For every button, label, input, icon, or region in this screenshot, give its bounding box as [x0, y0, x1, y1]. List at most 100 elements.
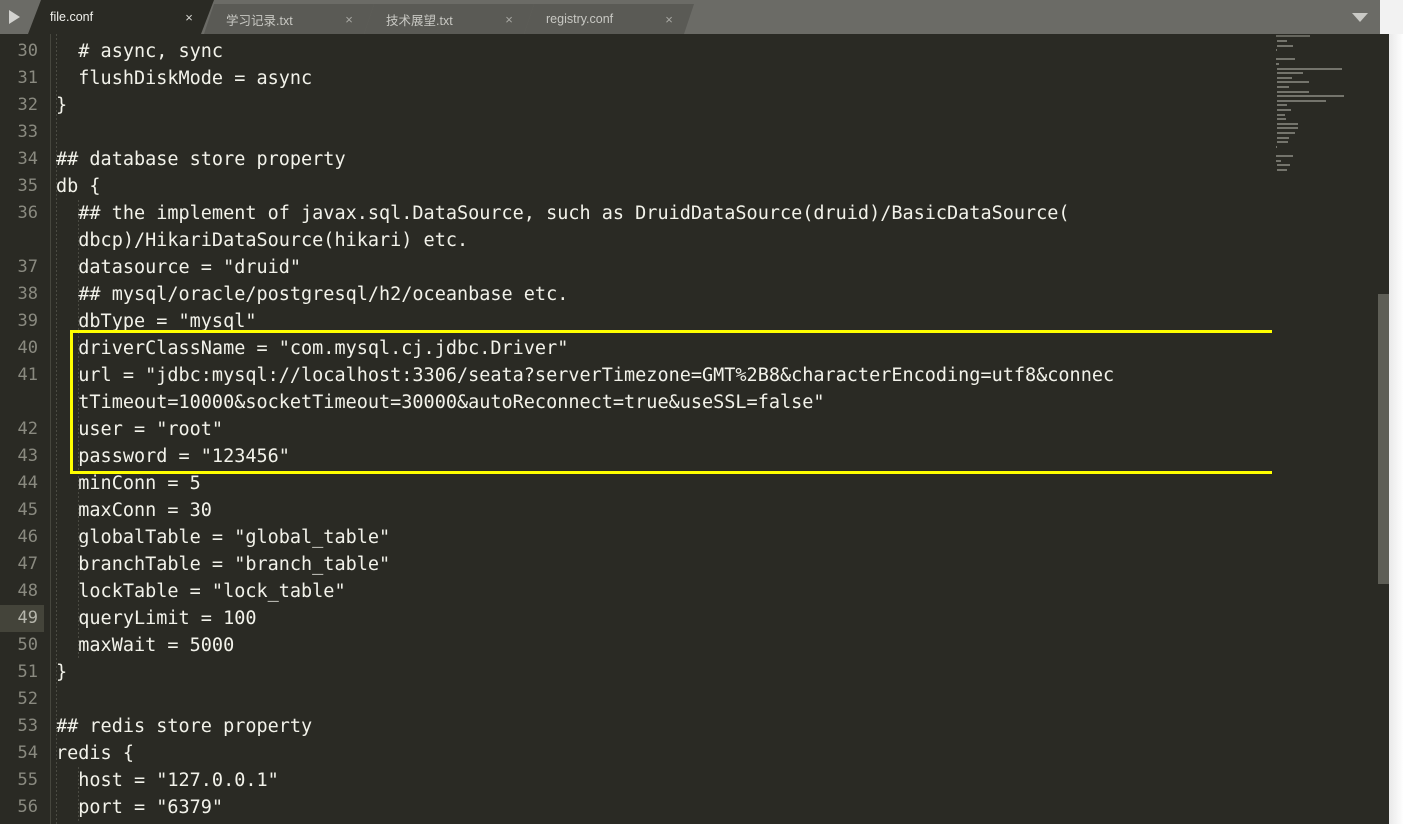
minimap-line — [1277, 132, 1295, 134]
minimap-line — [1277, 168, 1287, 171]
tab-file.conf[interactable]: file.conf × — [28, 0, 214, 34]
code-line[interactable]: lockTable = "lock_table" — [56, 578, 345, 605]
indent-guide — [56, 34, 57, 824]
chevron-down-icon — [1352, 12, 1368, 22]
line-number: 39 — [17, 311, 38, 331]
code-line[interactable]: # async, sync — [56, 38, 223, 65]
minimap-line — [1277, 104, 1287, 107]
minimap-line — [1277, 86, 1289, 88]
line-number: 46 — [17, 527, 38, 547]
line-number: 55 — [17, 770, 38, 790]
code-line[interactable]: ## mysql/oracle/postgresql/h2/oceanbase … — [56, 281, 568, 308]
line-number: 41 — [17, 365, 38, 385]
tab-registry.conf[interactable]: registry.conf × — [524, 4, 694, 34]
code-editor-window: file.conf × 学习记录.txt × 技术展望.txt × registry.con… — [0, 0, 1403, 824]
minimap[interactable] — [1272, 34, 1378, 824]
line-number: 37 — [17, 257, 38, 277]
line-number: 54 — [17, 743, 38, 763]
code-line[interactable]: db { — [56, 173, 101, 200]
tab-label: registry.conf — [546, 12, 614, 26]
code-line[interactable]: } — [56, 659, 67, 686]
line-number: 44 — [17, 473, 38, 493]
minimap-line — [1277, 99, 1326, 102]
close-icon[interactable]: × — [338, 12, 360, 27]
line-number: 45 — [17, 500, 38, 520]
code-line[interactable]: maxConn = 30 — [56, 497, 212, 524]
indent-guide — [78, 767, 80, 821]
code-line[interactable]: dbType = "mysql" — [56, 308, 256, 335]
code-line[interactable]: } — [56, 92, 67, 119]
editor-area[interactable]: 30 31 32 33 34 35 36 37 38 39 40 41 42 43 44 45 46 47 48 49… — [0, 34, 1403, 824]
line-number: 48 — [17, 581, 38, 601]
minimap-line — [1277, 109, 1292, 111]
minimap-line — [1276, 49, 1277, 52]
code-content[interactable]: # async, sync flushDiskMode = async} ## d… — [56, 34, 1272, 824]
code-line[interactable]: dbcp)/HikariDataSource(hikari) etc. — [56, 227, 468, 254]
vertical-scrollbar-thumb[interactable] — [1378, 294, 1389, 584]
code-line[interactable]: globalTable = "global_table" — [56, 524, 390, 551]
close-icon[interactable]: × — [498, 12, 520, 27]
code-line[interactable]: maxWait = 5000 — [56, 632, 234, 659]
tabs-container: file.conf × 学习记录.txt × 技术展望.txt × registry.con… — [28, 0, 694, 34]
minimap-line — [1277, 67, 1342, 70]
minimap-line — [1277, 127, 1298, 130]
tabbar-right-padding — [1380, 0, 1403, 34]
line-number: 35 — [17, 176, 38, 196]
code-line[interactable]: host = "127.0.0.1" — [56, 767, 279, 794]
minimap-line — [1277, 90, 1310, 93]
code-line[interactable]: user = "root" — [56, 416, 223, 443]
tab-scroll-left-button[interactable] — [0, 0, 28, 34]
minimap-line — [1276, 145, 1277, 148]
minimap-line — [1277, 136, 1289, 139]
minimap-line — [1277, 40, 1287, 42]
minimap-line — [1276, 35, 1310, 38]
line-number: 49 — [0, 605, 44, 632]
tab-学习记录.txt[interactable]: 学习记录.txt × — [204, 4, 374, 34]
minimap-line — [1277, 113, 1286, 116]
minimap-line — [1276, 155, 1293, 157]
code-line[interactable]: password = "123456" — [56, 443, 290, 470]
line-number: 51 — [17, 662, 38, 682]
line-number: 34 — [17, 149, 38, 169]
line-number: 43 — [17, 446, 38, 466]
line-number: 38 — [17, 284, 38, 304]
code-line[interactable]: ## the implement of javax.sql.DataSource… — [56, 200, 1069, 227]
code-line[interactable]: tTimeout=10000&socketTimeout=30000&autoR… — [56, 389, 824, 416]
code-line[interactable]: flushDiskMode = async — [56, 65, 312, 92]
line-number-gutter: 30 31 32 33 34 35 36 37 38 39 40 41 42 43 44 45 46 47 48 49… — [0, 34, 50, 824]
minimap-line — [1277, 44, 1293, 47]
code-line[interactable]: datasource = "druid" — [56, 254, 301, 281]
code-line[interactable]: port = "6379" — [56, 794, 223, 821]
minimap-line — [1276, 58, 1295, 61]
minimap-line — [1276, 63, 1279, 65]
close-icon[interactable]: × — [658, 12, 680, 27]
line-number: 52 — [17, 689, 38, 709]
code-line[interactable]: ## redis store property — [56, 713, 312, 740]
line-number: 53 — [17, 716, 38, 736]
close-icon[interactable]: × — [178, 10, 200, 25]
code-line[interactable]: driverClassName = "com.mysql.cj.jdbc.Dri… — [56, 335, 568, 362]
line-number: 31 — [17, 68, 38, 88]
tab-label: 学习记录.txt — [226, 13, 293, 28]
tab-bar: file.conf × 学习记录.txt × 技术展望.txt × registry.con… — [0, 0, 1380, 34]
line-number: 32 — [17, 95, 38, 115]
minimap-line — [1277, 72, 1303, 75]
tab-label: 技术展望.txt — [386, 13, 453, 28]
minimap-line — [1277, 76, 1292, 79]
minimap-line — [1277, 122, 1298, 125]
play-right-icon — [8, 10, 20, 24]
code-line[interactable]: queryLimit = 100 — [56, 605, 256, 632]
tab-技术展望.txt[interactable]: 技术展望.txt × — [364, 4, 534, 34]
code-line[interactable]: url = "jdbc:mysql://localhost:3306/seata… — [56, 362, 1114, 389]
minimap-line — [1276, 159, 1282, 162]
code-line[interactable]: redis { — [56, 740, 134, 767]
line-number: 50 — [17, 635, 38, 655]
code-line[interactable]: ## database store property — [56, 146, 346, 173]
window-right-edge — [1389, 34, 1403, 824]
minimap-line — [1277, 95, 1345, 98]
line-number: 36 — [17, 203, 38, 223]
tab-list-dropdown-button[interactable] — [1340, 0, 1380, 34]
minimap-line — [1277, 164, 1291, 167]
minimap-line — [1277, 81, 1310, 84]
code-line[interactable]: branchTable = "branch_table" — [56, 551, 390, 578]
